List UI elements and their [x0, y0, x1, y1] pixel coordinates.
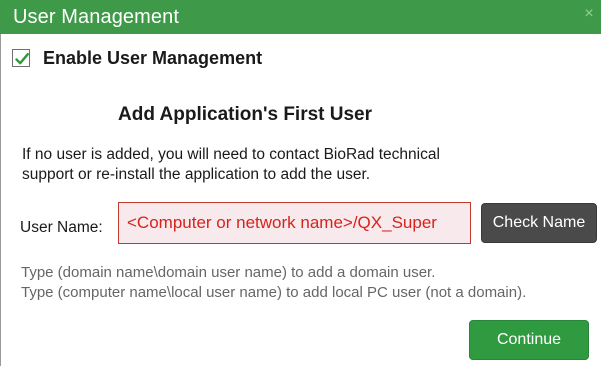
- section-heading: Add Application's First User: [118, 104, 373, 125]
- user-name-label: User Name:: [20, 219, 103, 236]
- user-name-input[interactable]: [118, 202, 471, 244]
- hint-text: Type (domain name\domain user name) to a…: [21, 263, 599, 303]
- enable-user-management-label: Enable User Management: [43, 47, 263, 68]
- hint-line-2: Type (computer name\local user name) to …: [21, 284, 527, 301]
- checkmark-icon: [15, 53, 29, 65]
- enable-user-management-row[interactable]: Enable User Management: [12, 46, 262, 70]
- info-line-2: support or re-install the application to…: [22, 166, 371, 183]
- info-text: If no user is added, you will need to co…: [22, 145, 562, 185]
- continue-button[interactable]: Continue: [469, 320, 589, 360]
- user-management-dialog: User Management × Enable User Management…: [0, 0, 601, 366]
- check-name-button[interactable]: Check Name: [481, 203, 597, 243]
- enable-user-management-checkbox[interactable]: [12, 49, 30, 67]
- info-line-1: If no user is added, you will need to co…: [22, 146, 440, 163]
- close-icon[interactable]: ×: [581, 6, 597, 22]
- dialog-title: User Management: [13, 6, 180, 28]
- hint-line-1: Type (domain name\domain user name) to a…: [21, 264, 436, 281]
- title-bar: User Management ×: [0, 0, 601, 34]
- window-border: [0, 34, 1, 366]
